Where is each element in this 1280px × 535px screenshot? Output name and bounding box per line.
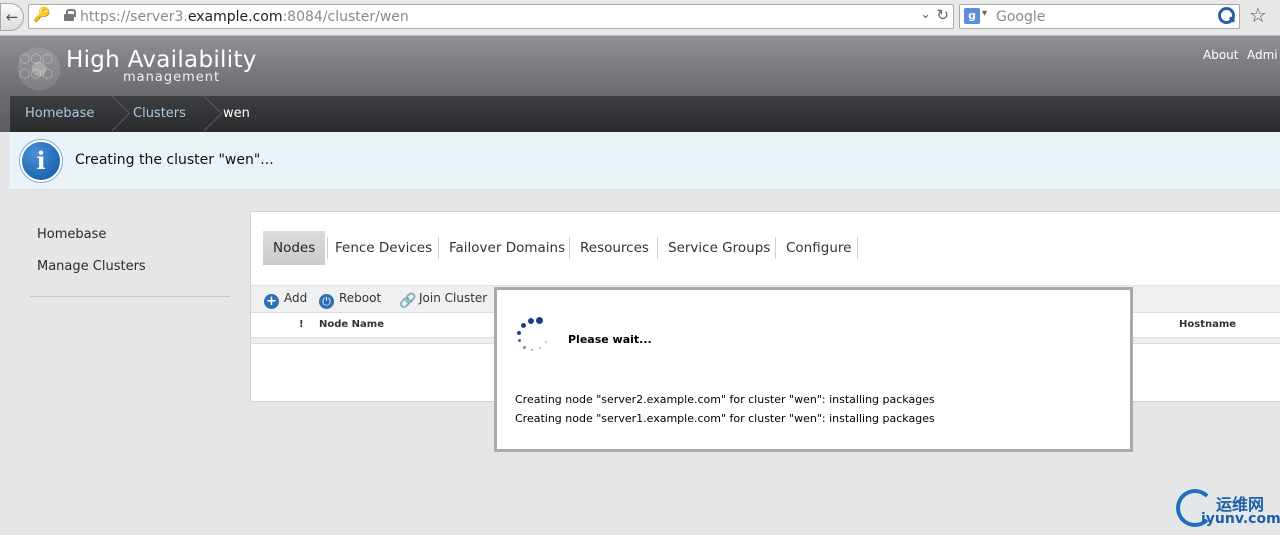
screen: { "browser": { "url_prefix": "https://se…	[0, 0, 1280, 535]
lock-icon	[64, 9, 76, 21]
app-subtitle: management	[123, 70, 221, 85]
link-icon: 🔗	[399, 293, 417, 309]
logo-icon	[14, 44, 64, 94]
sidebar-item-manage-clusters[interactable]: Manage Clusters	[37, 259, 146, 274]
url-history-dropdown-icon[interactable]: ⌄	[920, 7, 931, 22]
column-hostname[interactable]: Hostname	[1179, 319, 1236, 330]
add-icon: +	[264, 294, 279, 309]
tab-nodes[interactable]: Nodes	[263, 231, 325, 265]
breadcrumb: Homebase Clusters wen	[10, 96, 1280, 132]
please-wait-dialog: Please wait... Creating node "server2.ex…	[494, 287, 1133, 452]
admin-link[interactable]: Admi	[1247, 48, 1278, 62]
breadcrumb-clusters[interactable]: Clusters	[133, 96, 186, 132]
site-identity-icon[interactable]: 🔑	[33, 7, 50, 23]
bookmark-star-icon[interactable]: ☆	[1249, 3, 1267, 27]
breadcrumb-separator	[110, 96, 124, 132]
breadcrumb-current: wen	[223, 106, 250, 121]
add-button[interactable]: + Add	[264, 291, 307, 309]
tab-resources[interactable]: Resources	[570, 231, 659, 265]
search-icon[interactable]	[1216, 6, 1236, 26]
join-cluster-button[interactable]: 🔗 Join Cluster	[399, 291, 487, 309]
reboot-button[interactable]: ⏻ Reboot	[319, 291, 381, 309]
reload-icon[interactable]: ↻	[936, 6, 949, 24]
sidebar-item-homebase[interactable]: Homebase	[37, 227, 106, 242]
browser-toolbar: ← 🔑 https://server3.example.com:8084/clu…	[0, 0, 1280, 36]
breadcrumb-separator	[202, 96, 216, 132]
tab-failover-domains[interactable]: Failover Domains	[439, 231, 575, 265]
join-cluster-label: Join Cluster	[419, 291, 488, 305]
sidebar-divider	[30, 296, 230, 297]
search-bar[interactable]: g ▾ Google	[959, 4, 1240, 29]
info-icon: i	[20, 140, 62, 182]
app-header: High Availability management About Admi …	[0, 36, 1280, 132]
url-text[interactable]: https://server3.example.com:8084/cluster…	[80, 9, 409, 25]
tab-service-groups[interactable]: Service Groups	[658, 231, 780, 265]
google-engine-icon[interactable]: g	[964, 8, 980, 24]
info-message: Creating the cluster "wen"...	[75, 152, 274, 168]
progress-message: Creating node "server2.example.com" for …	[515, 393, 935, 406]
about-link[interactable]: About	[1203, 48, 1238, 62]
reboot-label: Reboot	[339, 291, 382, 305]
column-status[interactable]: !	[299, 319, 304, 330]
tab-divider	[857, 237, 858, 259]
loading-spinner-icon	[513, 315, 553, 355]
sidebar: Homebase Manage Clusters	[10, 190, 250, 535]
power-icon: ⏻	[319, 294, 334, 309]
search-input[interactable]: Google	[996, 9, 1045, 25]
url-bar[interactable]: 🔑 https://server3.example.com:8084/clust…	[28, 4, 954, 29]
add-label: Add	[284, 291, 308, 305]
engine-dropdown-icon[interactable]: ▾	[982, 8, 987, 19]
info-banner: i Creating the cluster "wen"...	[10, 132, 1280, 190]
watermark-en-text: iyunv.com	[1201, 511, 1280, 527]
breadcrumb-homebase[interactable]: Homebase	[25, 96, 94, 132]
progress-message: Creating node "server1.example.com" for …	[515, 412, 935, 425]
dialog-title: Please wait...	[568, 333, 652, 346]
column-node-name[interactable]: Node Name	[319, 319, 384, 330]
watermark-logo: 运维网 iyunv.com	[1176, 487, 1280, 531]
back-button[interactable]: ←	[0, 3, 24, 31]
tab-fence-devices[interactable]: Fence Devices	[325, 231, 442, 265]
tab-configure[interactable]: Configure	[776, 231, 861, 265]
